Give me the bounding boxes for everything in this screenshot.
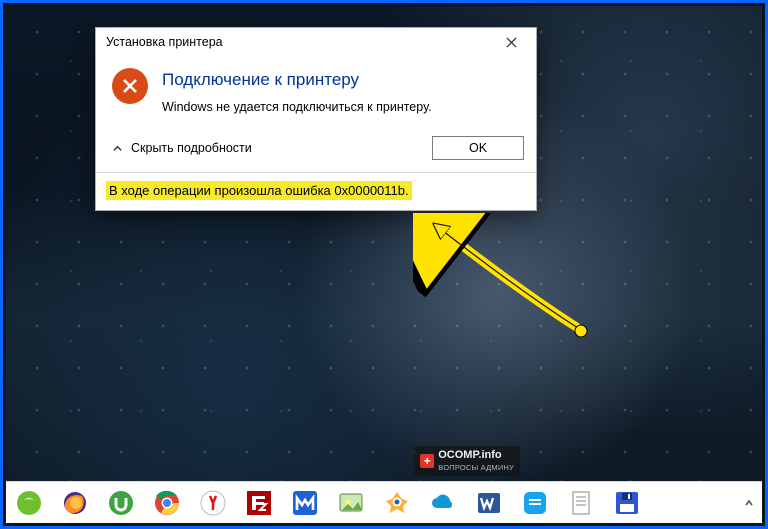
ok-button[interactable]: OK (432, 136, 524, 160)
taskbar-xnview[interactable] (382, 488, 412, 518)
error-detail-text: В ходе операции произошла ошибка 0x00000… (106, 181, 412, 200)
dialog-actions: Скрыть подробности OK (96, 128, 536, 170)
floppy-icon (614, 490, 640, 516)
watermark-line1: OCOMP.info (438, 449, 501, 461)
taskbar-notepad[interactable] (566, 488, 596, 518)
cloud-icon (430, 490, 456, 516)
malwarebytes-icon (292, 490, 318, 516)
chrome-icon (154, 490, 180, 516)
word-icon (476, 490, 502, 516)
hide-details-toggle[interactable]: Скрыть подробности (112, 141, 252, 155)
details-pane: В ходе операции произошла ошибка 0x00000… (96, 173, 536, 210)
dialog-heading: Подключение к принтеру (162, 70, 432, 90)
dialog-body: Подключение к принтеру Windows не удаетс… (96, 56, 536, 128)
tray-chevron-icon (744, 496, 754, 510)
firefox-icon (62, 490, 88, 516)
document-icon (568, 490, 594, 516)
watermark-plus-icon: + (420, 454, 434, 468)
start-icon (16, 490, 42, 516)
dialog-titlebar[interactable]: Установка принтера (96, 28, 536, 56)
taskbar-malwarebytes[interactable] (290, 488, 320, 518)
utorrent-icon (108, 490, 134, 516)
watermark-line2: ВОПРОСЫ АДМИНУ (438, 463, 514, 472)
yandex-icon (200, 490, 226, 516)
taskbar-utorrent[interactable] (106, 488, 136, 518)
ok-button-label: OK (469, 141, 487, 155)
taskbar-chrome[interactable] (152, 488, 182, 518)
taskbar-messenger[interactable] (520, 488, 550, 518)
hide-details-label: Скрыть подробности (131, 141, 252, 155)
taskbar-firefox[interactable] (60, 488, 90, 518)
xnview-icon (384, 490, 410, 516)
taskbar-paint[interactable] (336, 488, 366, 518)
chevron-up-icon (112, 143, 123, 154)
taskbar-onedrive[interactable] (428, 488, 458, 518)
taskbar-filezilla[interactable] (244, 488, 274, 518)
taskbar (6, 481, 762, 523)
watermark-badge: + OCOMP.info ВОПРОСЫ АДМИНУ (414, 446, 520, 476)
filezilla-icon (246, 490, 272, 516)
taskbar-start[interactable] (14, 488, 44, 518)
error-icon (112, 68, 148, 104)
taskbar-savedisk[interactable] (612, 488, 642, 518)
taskbar-yandex[interactable] (198, 488, 228, 518)
close-button[interactable] (492, 31, 530, 53)
dialog-message: Windows не удается подключиться к принте… (162, 100, 432, 114)
paint-icon (338, 490, 364, 516)
dialog-title: Установка принтера (106, 35, 223, 49)
system-tray[interactable] (744, 496, 754, 510)
taskbar-word[interactable] (474, 488, 504, 518)
printer-error-dialog: Установка принтера Подключение к принтер… (95, 27, 537, 211)
close-icon (506, 37, 517, 48)
screenshot-frame: Установка принтера Подключение к принтер… (0, 0, 768, 529)
chat-icon (522, 490, 548, 516)
